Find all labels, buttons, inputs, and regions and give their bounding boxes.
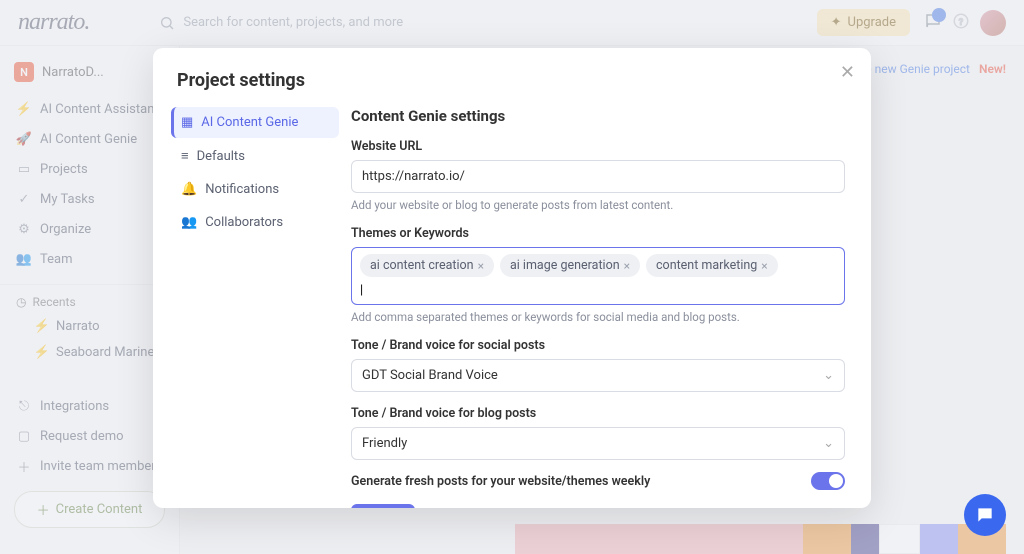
section-heading: Content Genie settings: [351, 107, 845, 125]
bell-icon: 🔔: [181, 182, 197, 197]
themes-label: Themes or Keywords: [351, 226, 845, 241]
remove-tag-icon[interactable]: ×: [478, 259, 484, 273]
theme-tag[interactable]: ai image generation×: [500, 254, 640, 277]
themes-help: Add comma separated themes or keywords f…: [351, 310, 845, 324]
tone-social-label: Tone / Brand voice for social posts: [351, 338, 845, 353]
tone-blog-label: Tone / Brand voice for blog posts: [351, 406, 845, 421]
chevron-down-icon: ⌄: [823, 436, 834, 451]
weekly-toggle[interactable]: [811, 472, 845, 490]
theme-tag[interactable]: ai content creation×: [360, 254, 494, 277]
close-icon[interactable]: ✕: [840, 62, 855, 83]
settings-content: Content Genie settings Website URL Add y…: [351, 107, 845, 508]
website-url-label: Website URL: [351, 139, 845, 154]
settings-nav: ▦AI Content Genie ≡Defaults 🔔Notificatio…: [171, 107, 339, 508]
theme-tag[interactable]: content marketing×: [646, 254, 778, 277]
save-button[interactable]: Save: [351, 504, 415, 508]
website-url-input[interactable]: [351, 160, 845, 193]
sliders-icon: ≡: [181, 148, 189, 164]
chat-icon: [975, 505, 995, 525]
themes-tagbox[interactable]: ai content creation× ai image generation…: [351, 247, 845, 305]
project-settings-modal: ✕ Project settings ▦AI Content Genie ≡De…: [153, 48, 871, 508]
modal-overlay: ✕ Project settings ▦AI Content Genie ≡De…: [0, 0, 1024, 554]
weekly-toggle-label: Generate fresh posts for your website/th…: [351, 474, 650, 489]
settings-nav-collaborators[interactable]: 👥Collaborators: [171, 207, 339, 238]
tone-blog-select[interactable]: Friendly⌄: [351, 427, 845, 460]
themes-input[interactable]: [360, 283, 526, 298]
grid-icon: ▦: [181, 115, 193, 130]
remove-tag-icon[interactable]: ×: [761, 259, 767, 273]
remove-tag-icon[interactable]: ×: [624, 259, 630, 273]
settings-nav-notifications[interactable]: 🔔Notifications: [171, 174, 339, 205]
website-url-help: Add your website or blog to generate pos…: [351, 198, 845, 212]
chevron-down-icon: ⌄: [823, 368, 834, 383]
chat-fab[interactable]: [964, 494, 1006, 536]
settings-nav-genie[interactable]: ▦AI Content Genie: [171, 107, 339, 138]
settings-nav-defaults[interactable]: ≡Defaults: [171, 140, 339, 172]
tone-social-select[interactable]: GDT Social Brand Voice⌄: [351, 359, 845, 392]
people-icon: 👥: [181, 215, 197, 230]
modal-title: Project settings: [171, 70, 845, 91]
